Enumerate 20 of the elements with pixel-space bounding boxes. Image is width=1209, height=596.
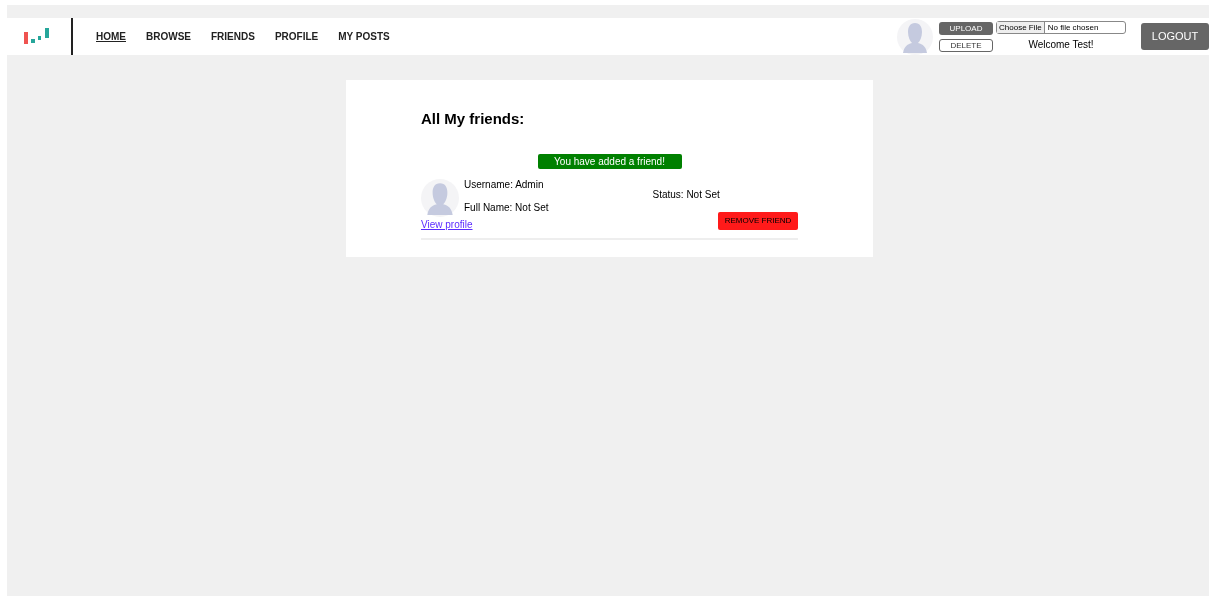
- nav-link[interactable]: HOME: [96, 29, 126, 44]
- full-name-text: Full Name: Not Set: [464, 200, 549, 215]
- status-text: Status: Not Set: [652, 187, 720, 202]
- file-status-text: No file chosen: [1047, 21, 1099, 34]
- page-heading: All My friends:: [421, 109, 526, 129]
- upload-button[interactable]: UPLOAD: [939, 21, 993, 35]
- view-profile-link[interactable]: View profile: [421, 216, 473, 232]
- delete-button[interactable]: DELETE: [939, 38, 993, 52]
- avatar-icon: [421, 178, 459, 217]
- username-text: Username: Admin: [464, 177, 545, 192]
- logout-button[interactable]: LOGOUT: [1141, 23, 1209, 50]
- success-banner: You have added a friend!: [537, 153, 682, 169]
- nav-link[interactable]: PROFILE: [274, 29, 319, 44]
- choose-file-button[interactable]: Choose File: [997, 22, 1045, 33]
- remove-friend-button[interactable]: REMOVE FRIEND: [718, 212, 798, 230]
- welcome-text: Welcome Test!: [1028, 38, 1094, 52]
- nav-link[interactable]: MY POSTS: [338, 29, 390, 44]
- nav-link[interactable]: BROWSE: [146, 29, 191, 44]
- file-input[interactable]: Choose File No file chosen: [996, 21, 1126, 34]
- nav-link[interactable]: FRIENDS: [211, 29, 255, 44]
